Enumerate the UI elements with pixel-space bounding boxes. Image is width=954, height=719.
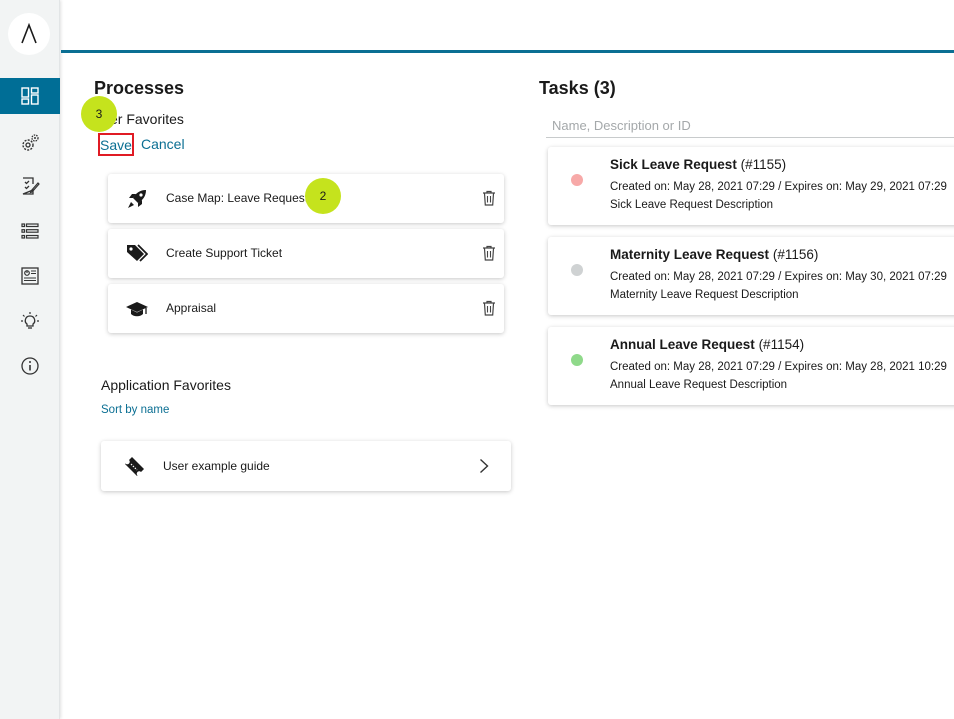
task-meta: Created on: May 28, 2021 07:29 / Expires… [610, 361, 947, 373]
task-meta: Created on: May 28, 2021 07:29 / Expires… [610, 181, 947, 193]
task-search [546, 113, 954, 138]
task-card[interactable]: Maternity Leave Request (#1156) Created … [548, 237, 954, 315]
application-favorites-title: Application Favorites [101, 377, 231, 393]
sidebar-item-settings[interactable] [0, 125, 60, 161]
sidebar-item-dashboard[interactable] [0, 78, 60, 114]
sidebar-item-ideas[interactable] [0, 303, 60, 339]
tasks-title: Tasks (3) [539, 78, 616, 98]
sidebar-item-tasks[interactable] [0, 168, 60, 204]
report-icon [21, 267, 39, 285]
dashboard-icon [21, 87, 39, 105]
application-favorite-label: User example guide [163, 459, 270, 473]
sort-by-name-link[interactable]: Sort by name [101, 404, 169, 416]
sidebar-item-reports[interactable] [0, 258, 60, 294]
task-title: Sick Leave Request (#1155) [610, 157, 786, 172]
info-icon [21, 357, 39, 375]
task-title: Maternity Leave Request (#1156) [610, 247, 818, 262]
sidebar-item-list[interactable] [0, 213, 60, 249]
step-badge-3: 3 [81, 96, 117, 132]
tags-icon [127, 244, 148, 262]
checklist-doc-icon [22, 177, 40, 195]
favorite-label: Case Map: Leave Request [166, 191, 309, 205]
favorite-item[interactable]: Create Support Ticket [108, 229, 504, 278]
sidebar-item-info[interactable] [0, 348, 60, 384]
graduation-cap-icon [126, 302, 148, 317]
gears-icon [22, 134, 39, 151]
sidebar [0, 0, 60, 719]
favorite-item[interactable]: Appraisal [108, 284, 504, 333]
task-id: (#1154) [758, 337, 805, 352]
status-dot [571, 174, 583, 186]
task-id: (#1155) [740, 157, 787, 172]
application-favorite-item[interactable]: User example guide [101, 441, 511, 491]
lightbulb-icon [21, 312, 39, 329]
chevron-right-icon [480, 458, 489, 474]
app-root: Processes ser Favorites Save Cancel Case… [0, 0, 954, 719]
task-id: (#1156) [772, 247, 819, 262]
task-name: Annual Leave Request [610, 337, 755, 352]
step-badge-2: 2 [305, 178, 341, 214]
status-dot [571, 264, 583, 276]
trash-icon[interactable] [482, 190, 496, 206]
cancel-button[interactable]: Cancel [141, 136, 185, 152]
save-button[interactable]: Save [98, 133, 134, 156]
processes-title: Processes [94, 78, 185, 98]
favorite-label: Create Support Ticket [166, 246, 283, 260]
task-card[interactable]: Sick Leave Request (#1155) Created on: M… [548, 147, 954, 225]
app-logo[interactable] [8, 13, 50, 55]
task-description: Sick Leave Request Description [610, 199, 773, 211]
favorite-label: Appraisal [166, 301, 217, 315]
task-description: Maternity Leave Request Description [610, 289, 799, 301]
task-card[interactable]: Annual Leave Request (#1154) Created on:… [548, 327, 954, 405]
header-accent-line [61, 50, 954, 53]
ticket-icon [125, 457, 144, 476]
list-icon [21, 223, 39, 239]
task-title: Annual Leave Request (#1154) [610, 337, 804, 352]
lambda-logo-icon [21, 23, 37, 44]
trash-icon[interactable] [482, 245, 496, 261]
task-meta: Created on: May 28, 2021 07:29 / Expires… [610, 271, 947, 283]
rocket-icon [128, 190, 146, 208]
task-name: Sick Leave Request [610, 157, 737, 172]
task-search-input[interactable] [546, 113, 954, 137]
trash-icon[interactable] [482, 300, 496, 316]
status-dot [571, 354, 583, 366]
task-description: Annual Leave Request Description [610, 379, 788, 391]
task-name: Maternity Leave Request [610, 247, 770, 262]
